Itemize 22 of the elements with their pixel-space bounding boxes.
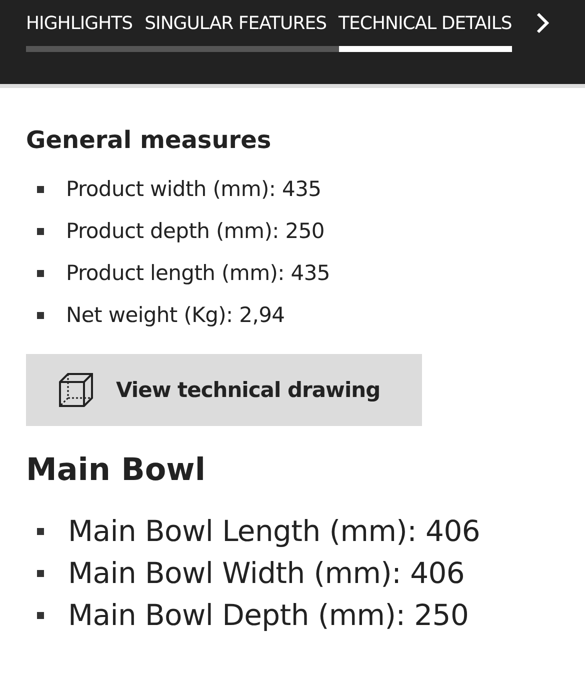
cube-icon xyxy=(58,372,94,408)
spec-item: Main Bowl Depth (mm): 250 xyxy=(68,598,469,632)
bullet-icon xyxy=(37,570,44,576)
section-title: Main Bowl xyxy=(26,452,206,488)
section-title: General measures xyxy=(26,126,272,154)
tab[interactable]: HIGHLIGHTS xyxy=(26,13,133,52)
spec-item: Main Bowl Length (mm): 406 xyxy=(68,514,480,548)
spec-item: Product length (mm): 435 xyxy=(66,261,330,285)
tab[interactable]: SINGULAR FEATURES xyxy=(144,13,327,52)
bullet-icon xyxy=(37,270,44,276)
bullet-icon xyxy=(37,186,44,192)
bullet-icon xyxy=(37,528,44,534)
bullet-icon xyxy=(37,228,44,234)
bullet-icon xyxy=(37,312,44,318)
spec-item: Product depth (mm): 250 xyxy=(66,219,324,243)
tab[interactable]: TECHNICAL DETAILS xyxy=(338,13,512,52)
spec-item: Product width (mm): 435 xyxy=(66,177,322,201)
spec-item: Net weight (Kg): 2,94 xyxy=(66,303,285,327)
view-drawing-button[interactable]: View technical drawing xyxy=(26,354,422,426)
chevron-right-icon[interactable] xyxy=(536,12,550,34)
bullet-icon xyxy=(37,612,44,618)
spec-item: Main Bowl Width (mm): 406 xyxy=(68,556,465,590)
